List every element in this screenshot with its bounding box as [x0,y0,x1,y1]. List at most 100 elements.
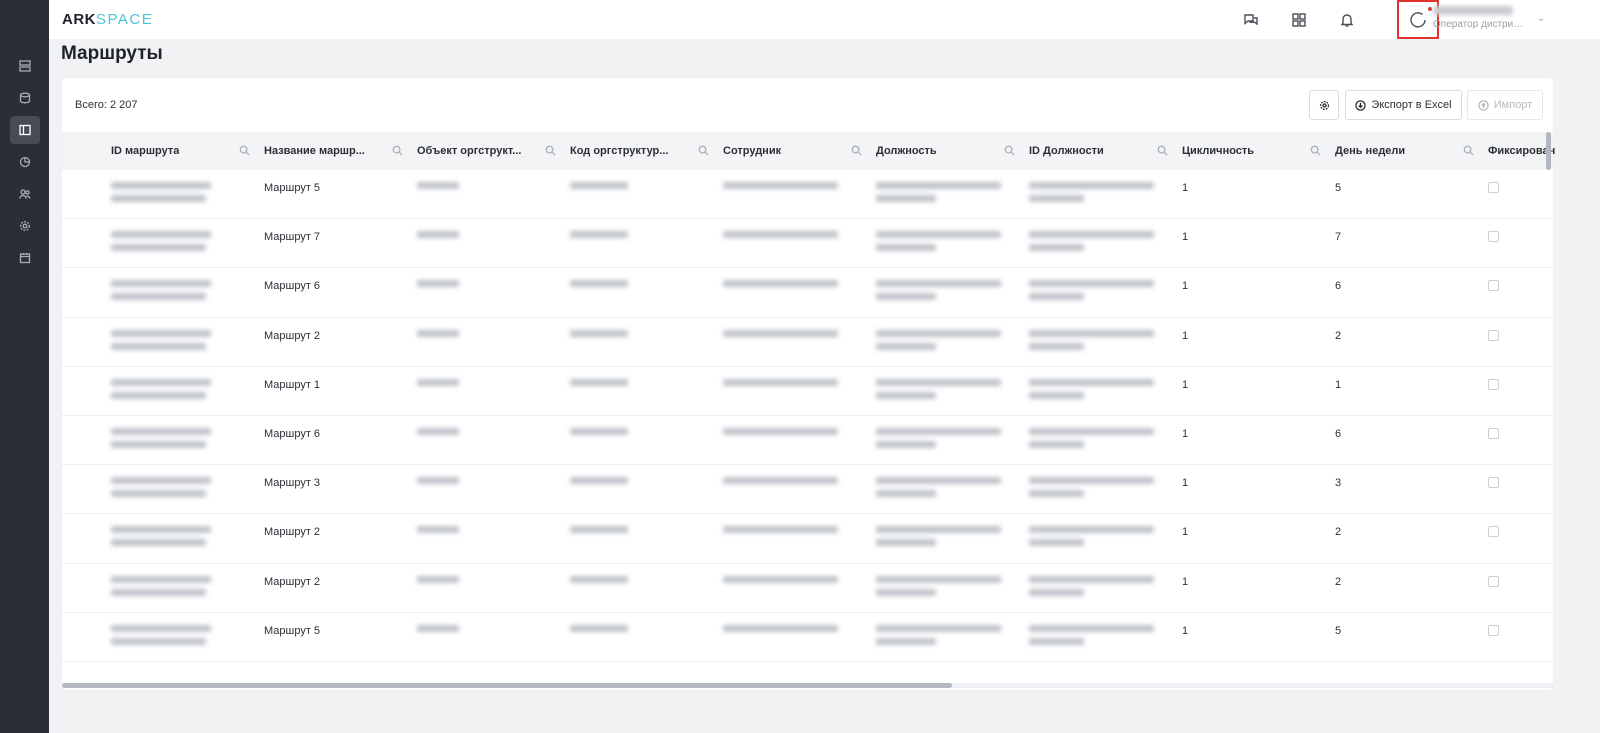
blurred-value [876,526,1001,534]
column-header-fixed[interactable]: Фиксирован [1488,132,1600,170]
table-cell [570,219,723,267]
chevron-down-icon[interactable]: ⌄ [1537,13,1545,24]
blurred-value [570,182,628,189]
table-cell: 5 [1335,624,1342,637]
column-header-employee[interactable]: Сотрудник [723,132,876,170]
search-icon[interactable] [392,145,403,159]
column-label: День недели [1335,145,1406,157]
fixed-checkbox[interactable] [1488,182,1499,193]
table-row[interactable]: Маршрут 1 1 1 [62,367,1553,416]
table-row[interactable]: Маршрут 3 1 3 [62,465,1553,515]
pie-chart-icon[interactable] [10,148,40,176]
table-cell [570,268,723,316]
fixed-checkbox[interactable] [1488,624,1499,636]
blurred-value [1029,329,1154,337]
table-cell: 1 [1182,329,1189,342]
table-cell [1029,367,1182,415]
search-icon[interactable] [851,145,862,159]
fixed-checkbox[interactable] [1488,378,1499,390]
column-header-route-id[interactable]: ID маршрута [111,132,264,170]
table-row[interactable]: Маршрут 2 1 2 [62,564,1553,613]
table-cell [1488,514,1553,562]
blurred-value [417,378,459,386]
table-row[interactable]: Маршрут 7 1 7 [62,219,1553,269]
blurred-value [876,427,1001,435]
search-icon[interactable] [1004,145,1015,159]
table-cell [417,613,570,661]
table-row[interactable]: Маршрут 5 1 5 [62,170,1553,220]
table-cell [570,170,723,218]
column-header-position[interactable]: Должность [876,132,1029,170]
horizontal-scrollbar-thumb[interactable] [62,683,952,688]
fixed-checkbox[interactable] [1488,526,1499,538]
table-header-spacer [62,132,111,170]
table-cell: 3 [1335,477,1342,490]
blurred-value [111,329,211,337]
table-cell: 1 [1182,231,1189,244]
blurred-value [417,624,459,632]
table-row[interactable]: Маршрут 2 1 2 [62,318,1553,367]
blurred-value [1029,427,1154,435]
table-cell: Маршрут 6 [264,427,321,440]
table-settings-button[interactable] [1309,90,1339,120]
users-icon[interactable] [10,180,40,208]
search-icon[interactable] [1157,145,1168,159]
table-row[interactable]: Маршрут 6 1 6 [62,416,1553,466]
routes-icon[interactable] [10,116,40,144]
fixed-checkbox[interactable] [1488,477,1499,489]
blurred-value [1029,477,1154,485]
user-role[interactable]: Оператор дистрибу... [1433,19,1525,30]
blurred-value [417,280,459,288]
column-header-cycle[interactable]: Цикличность [1182,132,1335,170]
blurred-value [876,391,936,399]
search-icon[interactable] [545,145,556,159]
table-cell [111,170,264,218]
table-cell [417,465,570,513]
search-icon[interactable] [1463,145,1474,159]
search-icon[interactable] [698,145,709,159]
fixed-checkbox[interactable] [1488,427,1499,439]
blurred-value [1029,280,1154,288]
page-title: Маршруты [61,43,163,64]
blurred-value [876,329,1001,337]
table-cell: 1 [1182,526,1189,539]
import-button[interactable]: Импорт [1467,90,1543,120]
search-icon[interactable] [239,145,250,159]
table-cell [1488,564,1553,612]
table-cell [723,219,876,267]
settings-icon[interactable] [10,212,40,240]
search-icon[interactable] [1310,145,1321,159]
table-cell [723,613,876,661]
chat-icon[interactable] [1240,9,1262,31]
table-row[interactable]: Маршрут 5 1 5 [62,613,1553,662]
fixed-checkbox[interactable] [1488,329,1499,341]
column-label: Код оргструктур... [570,145,669,157]
column-header-position-id[interactable]: ID Должности [1029,132,1182,170]
database-icon[interactable] [10,84,40,112]
fixed-checkbox[interactable] [1488,280,1499,292]
column-header-weekday[interactable]: День недели [1335,132,1488,170]
table-cell: Маршрут 3 [264,477,321,490]
blurred-value [723,477,838,485]
export-excel-button[interactable]: Экспорт в Excel [1345,90,1462,120]
calendar-icon[interactable] [10,244,40,272]
table-cell: 1 [1182,575,1189,588]
grid-icon[interactable] [1288,9,1310,31]
table-header: ID маршрута Название маршр... Объект орг… [62,132,1555,170]
row-spacer [62,514,111,562]
table-cell [570,564,723,612]
server-icon[interactable] [10,52,40,80]
fixed-checkbox[interactable] [1488,575,1499,587]
table-row[interactable]: Маршрут 2 1 2 [62,514,1553,564]
column-header-route-name[interactable]: Название маршр... [264,132,417,170]
bell-icon[interactable] [1336,9,1358,31]
row-spacer [62,564,111,612]
user-name-blurred[interactable] [1433,6,1513,15]
table-row[interactable]: Маршрут 6 1 6 [62,268,1553,318]
blurred-value [111,342,206,350]
vertical-scrollbar[interactable] [1546,132,1551,170]
column-header-org-code[interactable]: Код оргструктур... [570,132,723,170]
blurred-value [1029,231,1154,239]
column-header-org-object[interactable]: Объект оргструкт... [417,132,570,170]
fixed-checkbox[interactable] [1488,231,1499,243]
